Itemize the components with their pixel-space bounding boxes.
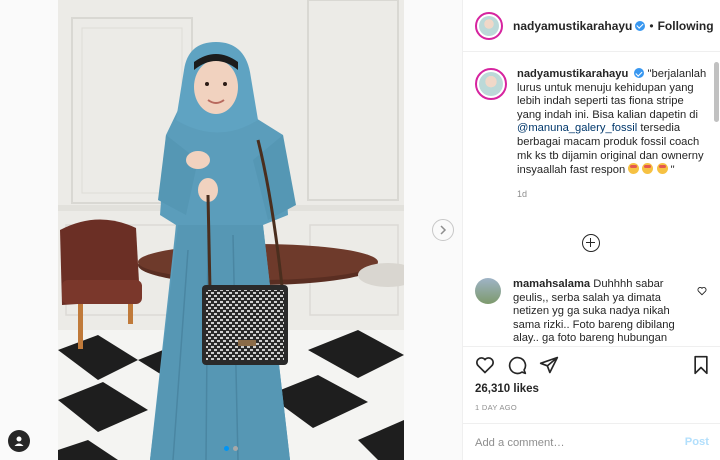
caption-body: nadyamustikarahayu "berjalanlah lurus un… bbox=[517, 68, 707, 201]
comment-like-heart-icon[interactable] bbox=[697, 286, 707, 296]
header-username[interactable]: nadyamustikarahayu bbox=[513, 19, 632, 33]
caption: nadyamustikarahayu "berjalanlah lurus un… bbox=[475, 68, 707, 201]
verified-badge-icon bbox=[634, 68, 645, 78]
post-timestamp[interactable]: 1 DAY AGO bbox=[475, 403, 517, 412]
photo-area bbox=[0, 0, 462, 460]
next-photo-button[interactable] bbox=[432, 219, 454, 241]
caption-username[interactable]: nadyamustikarahayu bbox=[517, 68, 628, 80]
action-icons bbox=[475, 355, 559, 375]
avatar[interactable] bbox=[475, 11, 503, 40]
caption-end: " bbox=[670, 164, 675, 177]
comment-body: mamahsalama Duhhhh sabar geulis,, serba … bbox=[513, 278, 691, 346]
heart-eyes-emoji-icon bbox=[656, 163, 668, 175]
heart-icon[interactable] bbox=[475, 355, 495, 375]
comments-scrollbar[interactable] bbox=[714, 62, 719, 122]
comment-avatar[interactable] bbox=[475, 278, 501, 304]
load-more-comments-button[interactable] bbox=[582, 234, 600, 252]
caption-timestamp[interactable]: 1d bbox=[517, 188, 707, 202]
user-tag-icon bbox=[14, 436, 24, 446]
carousel-dot bbox=[233, 446, 238, 451]
save-button[interactable] bbox=[691, 355, 711, 375]
comments-section[interactable]: nadyamustikarahayu "berjalanlah lurus un… bbox=[463, 52, 720, 346]
bookmark-icon[interactable] bbox=[691, 355, 711, 375]
carousel-dot-active bbox=[224, 446, 229, 451]
post-actions: 26,310 likes 1 DAY AGO Post bbox=[463, 346, 720, 460]
add-comment-bar: Post bbox=[463, 423, 720, 460]
carousel-dots bbox=[224, 446, 238, 451]
chevron-right-icon bbox=[440, 225, 447, 235]
likes-count[interactable]: 26,310 likes bbox=[475, 383, 539, 395]
following-button[interactable]: Following bbox=[658, 19, 714, 33]
verified-badge-icon bbox=[635, 20, 646, 31]
post-comment-button[interactable]: Post bbox=[685, 436, 709, 448]
comment-item: mamahsalama Duhhhh sabar geulis,, serba … bbox=[475, 278, 713, 346]
add-comment-input[interactable] bbox=[475, 434, 665, 452]
post-side-panel: nadyamustikarahayu • Following nadyamust… bbox=[462, 0, 720, 460]
tagged-users-button[interactable] bbox=[8, 430, 30, 452]
comment-username[interactable]: mamahsalama bbox=[513, 278, 590, 290]
comment-icon[interactable] bbox=[507, 355, 527, 375]
heart-eyes-emoji-icon bbox=[628, 163, 640, 175]
separator-dot: • bbox=[649, 18, 654, 33]
photo-illustration bbox=[58, 0, 404, 460]
caption-mention-link[interactable]: @manuna_galery_fossil bbox=[517, 122, 637, 134]
paper-plane-icon[interactable] bbox=[539, 355, 559, 375]
heart-eyes-emoji-icon bbox=[642, 163, 654, 175]
post-header: nadyamustikarahayu • Following bbox=[463, 0, 720, 52]
caption-avatar[interactable] bbox=[475, 68, 507, 100]
post-photo[interactable] bbox=[58, 0, 404, 460]
